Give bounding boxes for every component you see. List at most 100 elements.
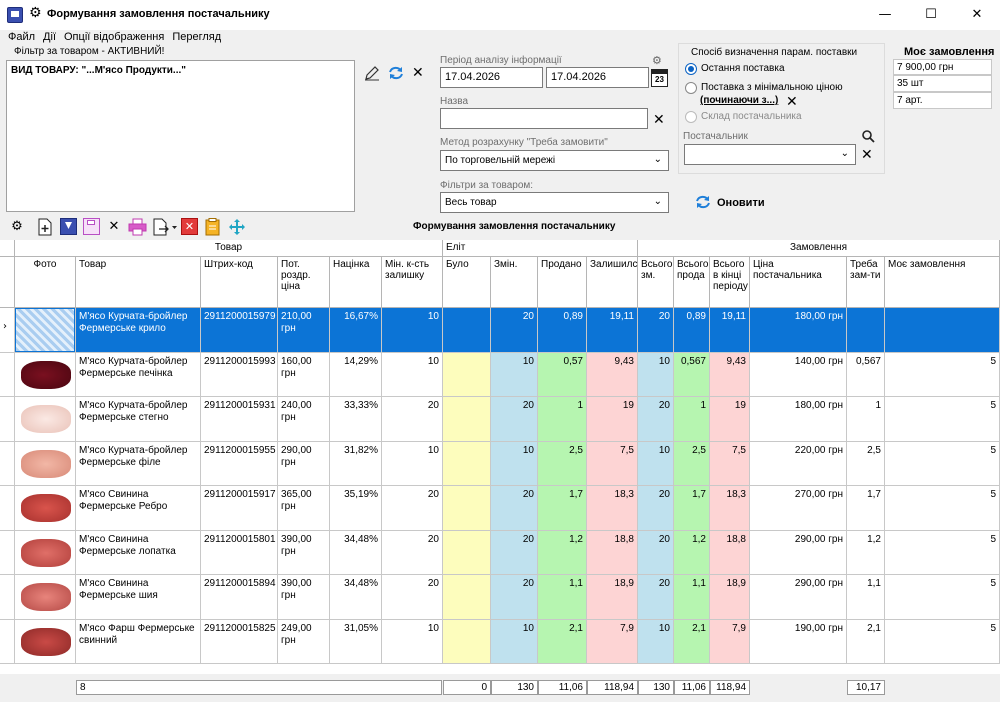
row-indicator-header — [0, 257, 15, 308]
menu-display-options[interactable]: Опції відображення — [60, 30, 168, 43]
product-photo — [21, 361, 71, 389]
product-photo — [16, 309, 74, 351]
supplier-select[interactable]: ⌄ — [684, 144, 856, 165]
move-icon[interactable] — [228, 218, 246, 236]
cancel-icon[interactable]: ✕ — [181, 218, 198, 235]
col-markup[interactable]: Націнка — [330, 257, 382, 308]
add-icon[interactable] — [37, 218, 53, 236]
clear-supplier-icon[interactable]: ✕ — [861, 148, 873, 162]
cell-changes: 20 — [491, 308, 538, 353]
footer-changes: 130 — [491, 680, 538, 695]
my-order-qty: 35 шт — [893, 75, 992, 92]
col-was[interactable]: Було — [443, 257, 491, 308]
col-total-end[interactable]: Всього в кінці періоду — [710, 257, 750, 308]
period-to-input[interactable]: 17.04.2026 — [546, 67, 649, 88]
search-icon[interactable] — [861, 129, 875, 143]
chevron-down-icon: ⌄ — [840, 148, 849, 159]
cell-barcode: 2911200015931 — [201, 397, 278, 442]
cell-sold: 2,5 — [538, 442, 587, 486]
cell-price: 249,00 грн — [278, 620, 330, 664]
row-indicator[interactable] — [0, 353, 15, 397]
cell-markup: 34,48% — [330, 531, 382, 575]
app-icon — [7, 7, 23, 23]
row-indicator[interactable] — [0, 575, 15, 620]
col-sold[interactable]: Продано — [538, 257, 587, 308]
cell-changes: 20 — [491, 531, 538, 575]
cell-need: 2,1 — [847, 620, 885, 664]
col-my-order[interactable]: Моє замовлення — [885, 257, 1000, 308]
clear-date-icon[interactable]: ✕ — [786, 95, 798, 109]
radio-min-price[interactable] — [685, 82, 697, 94]
cell-minstock: 10 — [382, 620, 443, 664]
delete-icon[interactable]: ✕ — [105, 218, 123, 236]
cell-total-changes: 10 — [638, 620, 674, 664]
cell-sold: 1,2 — [538, 531, 587, 575]
col-price[interactable]: Пот. роздр. ціна — [278, 257, 330, 308]
calendar-icon[interactable]: 23 — [651, 69, 668, 87]
col-total-changes[interactable]: Всього зм. — [638, 257, 674, 308]
cell-price: 240,00 грн — [278, 397, 330, 442]
col-left[interactable]: Залишилс — [587, 257, 638, 308]
reload-filter-icon[interactable] — [387, 64, 405, 82]
cell-sold: 0,89 — [538, 308, 587, 353]
import-icon[interactable] — [60, 218, 77, 235]
cell-total-changes: 20 — [638, 531, 674, 575]
maximize-button[interactable]: ☐ — [908, 0, 954, 30]
cell-total-end: 19 — [710, 397, 750, 442]
edit-filter-icon[interactable] — [363, 64, 381, 82]
clear-filter-icon[interactable]: ✕ — [412, 66, 424, 80]
cell-changes: 20 — [491, 397, 538, 442]
period-settings-icon[interactable]: ⚙ — [652, 54, 662, 67]
radio-supplier-stock[interactable] — [685, 111, 697, 123]
menu-file[interactable]: Файл — [4, 30, 39, 43]
order-grid: Товар Еліт Замовлення Фото Товар Штрих-к… — [0, 240, 1000, 702]
cell-minstock: 20 — [382, 531, 443, 575]
col-name[interactable]: Товар — [76, 257, 201, 308]
menu-actions[interactable]: Дії — [39, 30, 60, 43]
cell-my-order: 5 — [885, 531, 1000, 575]
col-photo[interactable]: Фото — [15, 257, 76, 308]
export-icon[interactable] — [152, 218, 178, 236]
starting-from-link[interactable]: (починаючи з...) — [700, 95, 778, 106]
clear-name-icon[interactable]: ✕ — [653, 113, 665, 127]
refresh-icon[interactable] — [694, 193, 712, 211]
filter-box[interactable]: ВИД ТОВАРУ: "...М'ясо Продукти..." — [6, 60, 355, 212]
period-from-input[interactable]: 17.04.2026 — [440, 67, 543, 88]
method-select[interactable]: По торговельній мережі ⌄ — [440, 150, 669, 171]
product-photo — [21, 539, 71, 567]
row-indicator[interactable] — [0, 442, 15, 486]
close-button[interactable]: ✕ — [954, 0, 1000, 30]
row-indicator[interactable] — [0, 531, 15, 575]
last-delivery-label: Остання поставка — [701, 63, 785, 74]
row-indicator[interactable] — [0, 486, 15, 531]
radio-last-delivery[interactable] — [685, 63, 697, 75]
print-icon[interactable] — [128, 218, 147, 236]
cell-barcode: 2911200015993 — [201, 353, 278, 397]
row-indicator[interactable] — [0, 620, 15, 664]
gear-icon[interactable]: ⚙ — [29, 5, 42, 21]
minimize-button[interactable]: — — [862, 0, 908, 30]
row-indicator[interactable] — [0, 397, 15, 442]
cell-sold: 0,57 — [538, 353, 587, 397]
col-minstock[interactable]: Мін. к-сть залишку — [382, 257, 443, 308]
cell-markup: 14,29% — [330, 353, 382, 397]
menu-view[interactable]: Перегляд — [168, 30, 225, 43]
col-need[interactable]: Треба зам-ти — [847, 257, 885, 308]
my-order-title: Моє замовлення — [904, 46, 995, 58]
supply-params-label: Спосіб визначення парам. поставки — [690, 47, 859, 58]
cell-barcode: 2911200015894 — [201, 575, 278, 620]
save-icon[interactable] — [83, 218, 100, 235]
cell-left: 18,3 — [587, 486, 638, 531]
clipboard-icon[interactable] — [204, 218, 222, 236]
col-supplier-price[interactable]: Ціна постачальника — [750, 257, 847, 308]
col-barcode[interactable]: Штрих-код — [201, 257, 278, 308]
col-total-sold[interactable]: Всього прода — [674, 257, 710, 308]
refresh-button[interactable]: Оновити — [717, 197, 765, 209]
settings-icon[interactable]: ⚙ — [8, 218, 26, 236]
name-input[interactable] — [440, 108, 648, 129]
col-changes[interactable]: Змін. — [491, 257, 538, 308]
row-indicator[interactable]: › — [0, 308, 15, 353]
cell-need: 2,5 — [847, 442, 885, 486]
cell-left: 19 — [587, 397, 638, 442]
product-filters-select[interactable]: Весь товар ⌄ — [440, 192, 669, 213]
